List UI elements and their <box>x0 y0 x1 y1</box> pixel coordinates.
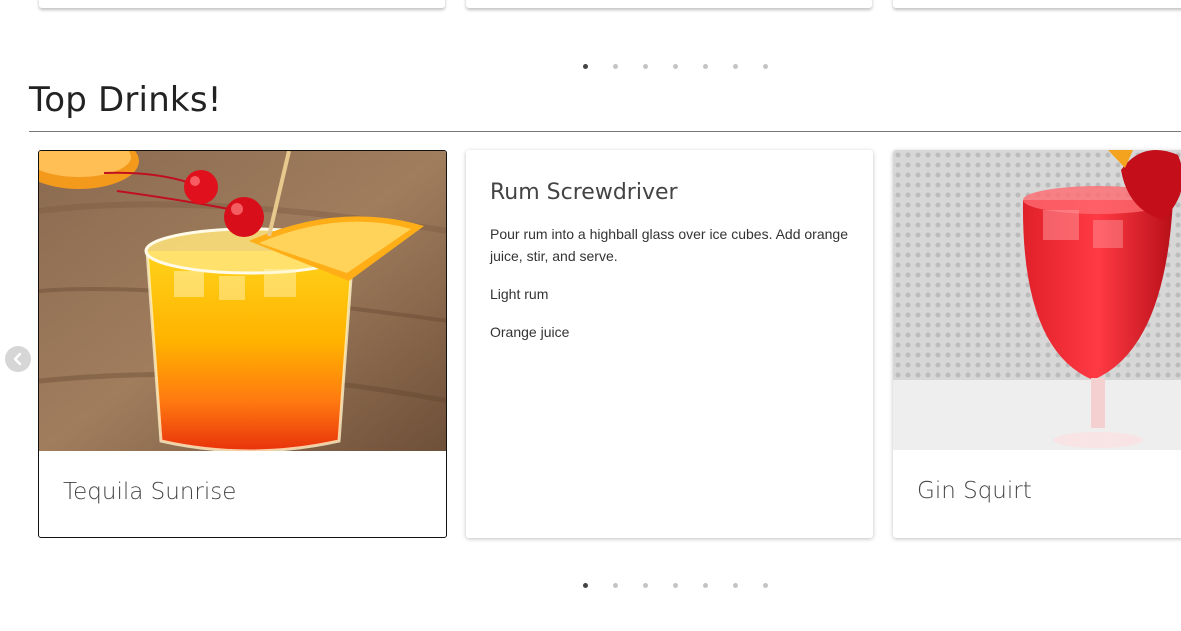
drink-name: Rum Screwdriver <box>490 180 678 205</box>
carousel-dot[interactable] <box>600 582 630 588</box>
carousel-dot[interactable] <box>750 582 780 588</box>
drink-card-gin-squirt[interactable]: Gin Squirt <box>893 150 1181 538</box>
carousel-dot[interactable] <box>690 63 720 69</box>
drink-card-rum-screwdriver[interactable]: Rum Screwdriver Pour rum into a highball… <box>466 150 873 538</box>
drink-card-tequila-sunrise[interactable]: Tequila Sunrise <box>38 150 447 538</box>
carousel-dot[interactable] <box>720 582 750 588</box>
carousel-dot[interactable] <box>600 63 630 69</box>
carousel-dot[interactable] <box>690 582 720 588</box>
carousel-dot[interactable] <box>720 63 750 69</box>
chevron-left-icon <box>13 352 22 366</box>
carousel-dot[interactable] <box>570 582 600 588</box>
carousel-prev-button[interactable] <box>5 346 31 372</box>
carousel-dot[interactable] <box>570 63 600 69</box>
ingredient-item: Orange juice <box>490 324 570 340</box>
previous-row-card[interactable] <box>893 0 1181 8</box>
drink-image <box>893 150 1181 450</box>
carousel-dot[interactable] <box>630 582 660 588</box>
carousel-dot[interactable] <box>660 63 690 69</box>
previous-row-card[interactable] <box>466 0 872 8</box>
previous-row-card[interactable] <box>39 0 445 8</box>
bottom-carousel-dots <box>570 582 780 588</box>
carousel-dot[interactable] <box>660 582 690 588</box>
top-carousel-dots <box>570 63 780 69</box>
drink-instructions: Pour rum into a highball glass over ice … <box>490 226 848 264</box>
drink-name: Gin Squirt <box>917 478 1032 504</box>
drink-name: Tequila Sunrise <box>63 479 237 505</box>
section-divider <box>29 131 1181 132</box>
carousel-dot[interactable] <box>630 63 660 69</box>
section-title: Top Drinks! <box>29 80 222 120</box>
drink-image <box>39 151 446 451</box>
carousel-dot[interactable] <box>750 63 780 69</box>
ingredient-item: Light rum <box>490 286 549 302</box>
